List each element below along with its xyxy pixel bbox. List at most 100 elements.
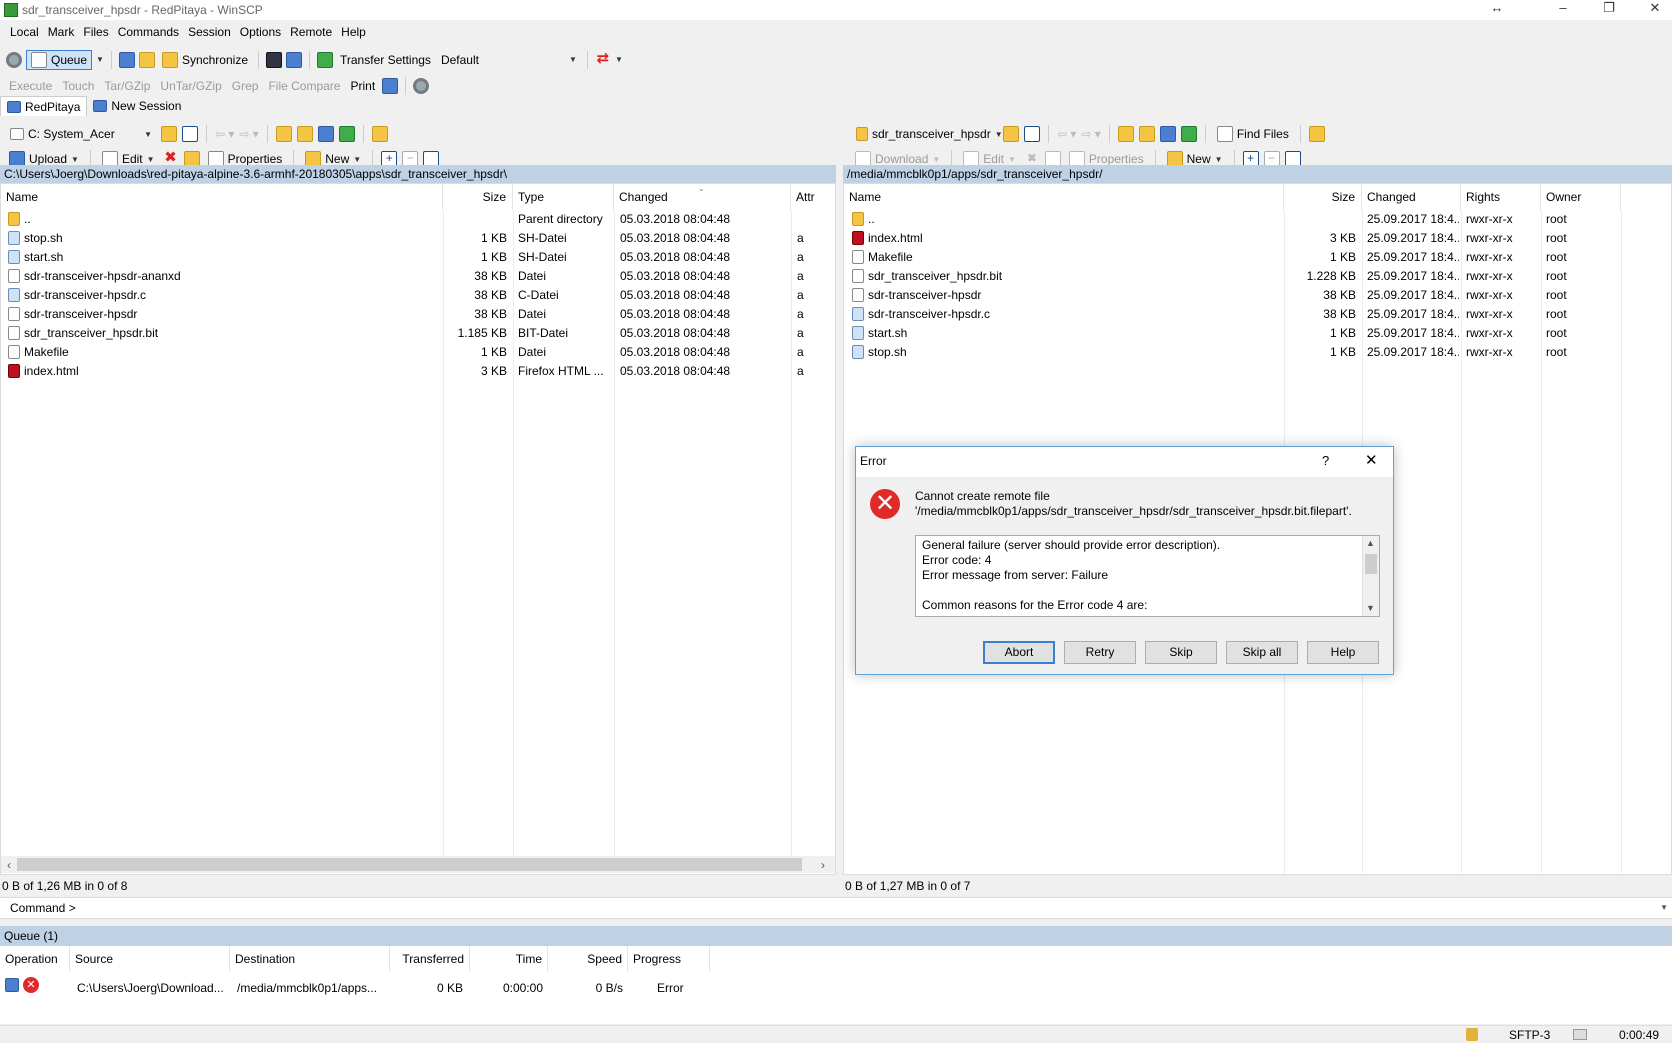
table-row[interactable]: start.sh 1 KB SH-Datei 05.03.2018 08:04:48 a <box>1 248 835 266</box>
queue-col-progress[interactable]: Progress <box>628 946 710 972</box>
menu-session[interactable]: Session <box>184 25 236 39</box>
skip-button[interactable]: Skip <box>1145 641 1217 664</box>
print-button[interactable]: Print <box>347 77 378 95</box>
details-scrollbar[interactable]: ▲ ▼ <box>1362 536 1379 616</box>
touch-button[interactable]: Touch <box>59 77 97 95</box>
close-icon[interactable]: ✕ <box>1365 447 1378 475</box>
right-folder-select[interactable]: sdr_transceiver_hpsdr ▼ <box>852 125 1003 143</box>
abort-button[interactable]: Abort <box>983 641 1055 664</box>
file-compare-button[interactable]: File Compare <box>265 77 343 95</box>
back-arrow-icon[interactable]: ⇦ ▾ <box>215 127 234 141</box>
left-horizontal-scrollbar[interactable]: ‹ › <box>1 856 835 873</box>
disconnect-icon[interactable]: ⇄ <box>595 51 611 68</box>
error-details-box[interactable]: General failure (server should provide e… <box>915 535 1380 617</box>
right-col-rights[interactable]: Rights <box>1461 184 1541 210</box>
queue-col-operation[interactable]: Operation <box>0 946 70 972</box>
help-button[interactable]: Help <box>1307 641 1379 664</box>
tree-icon[interactable] <box>1308 126 1325 142</box>
right-col-owner[interactable]: Owner <box>1541 184 1621 210</box>
tree-icon[interactable] <box>371 126 388 142</box>
queue-col-source[interactable]: Source <box>70 946 230 972</box>
table-row[interactable]: Makefile 1 KB Datei 05.03.2018 08:04:48 a <box>1 343 835 361</box>
grep-button[interactable]: Grep <box>229 77 262 95</box>
scroll-left-arrow-icon[interactable]: ‹ <box>1 858 17 872</box>
compare-directories-icon[interactable] <box>118 51 135 68</box>
table-row[interactable]: sdr_transceiver_hpsdr.bit 1.185 KB BIT-Dat… <box>1 324 835 342</box>
refresh-icon[interactable] <box>1180 126 1197 142</box>
table-row[interactable]: sdr-transceiver-hpsdr 38 KB Datei 05.03.201… <box>1 305 835 323</box>
scroll-down-arrow-icon[interactable]: ▼ <box>1366 601 1375 616</box>
parent-directory-icon[interactable] <box>1117 126 1134 142</box>
synchronize-button[interactable]: Synchronize <box>159 50 251 70</box>
filter-icon[interactable] <box>1024 126 1040 142</box>
chevron-down-icon[interactable]: ▼ <box>615 55 623 64</box>
filter-icon[interactable] <box>182 126 198 142</box>
table-row[interactable]: sdr-transceiver-hpsdr-ananxd 38 KB Datei 05… <box>1 267 835 285</box>
transfer-settings-icon[interactable] <box>317 51 333 68</box>
queue-col-speed[interactable]: Speed <box>548 946 628 972</box>
left-col-attr[interactable]: Attr <box>791 184 835 210</box>
table-row[interactable]: stop.sh 1 KB SH-Datei 05.03.2018 08:04:48 a <box>1 229 835 247</box>
menu-remote[interactable]: Remote <box>286 25 337 39</box>
queue-col-destination[interactable]: Destination <box>230 946 390 972</box>
table-row[interactable]: Makefile 1 KB 25.09.2017 18:4... rwxr-xr-x r… <box>844 248 1671 266</box>
putty-icon[interactable] <box>286 51 302 68</box>
chevron-down-icon[interactable]: ▼ <box>1660 898 1668 918</box>
open-directory-icon[interactable] <box>161 126 177 142</box>
untar-gzip-button[interactable]: UnTar/GZip <box>157 77 224 95</box>
table-row[interactable]: sdr-transceiver-hpsdr 38 KB 25.09.2017 18:… <box>844 286 1671 304</box>
right-col-changed[interactable]: Changed <box>1362 184 1461 210</box>
table-row[interactable]: .. Parent directory 05.03.2018 08:04:48 <box>1 210 835 228</box>
preferences-gear-icon[interactable] <box>6 51 22 68</box>
queue-panel[interactable]: Operation Source Destination Transferred… <box>0 946 1672 1024</box>
scrollbar-thumb[interactable] <box>17 858 802 871</box>
close-window-button[interactable]: ✕ <box>1640 0 1670 18</box>
table-row[interactable]: index.html 3 KB 25.09.2017 18:4... rwxr-xr-… <box>844 229 1671 247</box>
back-arrow-icon[interactable]: ⇦ ▾ <box>1057 127 1076 141</box>
execute-button[interactable]: Execute <box>6 77 55 95</box>
right-col-name[interactable]: Name <box>844 184 1284 210</box>
menu-commands[interactable]: Commands <box>114 25 184 39</box>
forward-arrow-icon[interactable]: ⇨ ▾ <box>239 127 258 141</box>
left-drive-select[interactable]: C: System_Acer ▼ <box>6 125 156 143</box>
menu-mark[interactable]: Mark <box>44 25 80 39</box>
retry-button[interactable]: Retry <box>1064 641 1136 664</box>
queue-col-transferred[interactable]: Transferred <box>390 946 470 972</box>
left-col-name[interactable]: Name <box>1 184 443 210</box>
menu-options[interactable]: Options <box>236 25 286 39</box>
command-line[interactable]: Command > ▼ <box>0 897 1672 919</box>
tar-gzip-button[interactable]: Tar/GZip <box>101 77 153 95</box>
refresh-icon[interactable] <box>338 126 355 142</box>
table-row[interactable]: sdr-transceiver-hpsdr.c 38 KB C-Datei 05.03… <box>1 286 835 304</box>
table-row[interactable]: stop.sh 1 KB 25.09.2017 18:4... rwxr-xr-x ro… <box>844 343 1671 361</box>
custom-commands-gear-icon[interactable] <box>413 77 430 94</box>
resize-arrows-icon[interactable]: ↔ <box>1482 0 1512 18</box>
minimize-button[interactable]: – <box>1548 0 1578 18</box>
left-col-type[interactable]: Type <box>513 184 614 210</box>
keep-remote-up-to-date-icon[interactable] <box>138 51 155 68</box>
help-question-icon[interactable]: ? <box>1322 447 1329 475</box>
right-col-size[interactable]: Size <box>1284 184 1362 210</box>
queue-dropdown-icon[interactable]: ▼ <box>96 55 104 64</box>
queue-button[interactable]: Queue <box>26 49 93 70</box>
scroll-right-arrow-icon[interactable]: › <box>815 858 831 872</box>
left-col-size[interactable]: Size <box>443 184 513 210</box>
queue-col-time[interactable]: Time <box>470 946 548 972</box>
home-icon[interactable] <box>1159 126 1176 142</box>
home-icon[interactable] <box>317 126 334 142</box>
left-path-bar[interactable]: C:\Users\Joerg\Downloads\red-pitaya-alpi… <box>0 165 836 183</box>
forward-arrow-icon[interactable]: ⇨ ▾ <box>1081 127 1100 141</box>
table-row[interactable]: sdr_transceiver_hpsdr.bit 1.228 KB 25.09.2… <box>844 267 1671 285</box>
parent-directory-icon[interactable] <box>275 126 292 142</box>
menu-help[interactable]: Help <box>337 25 371 39</box>
table-row[interactable]: start.sh 1 KB 25.09.2017 18:4... rwxr-xr-x r… <box>844 324 1671 342</box>
scroll-up-arrow-icon[interactable]: ▲ <box>1366 536 1375 551</box>
menu-files[interactable]: Files <box>79 25 113 39</box>
console-icon[interactable] <box>266 51 282 68</box>
root-directory-icon[interactable] <box>1138 126 1155 142</box>
open-directory-icon[interactable] <box>1003 126 1019 142</box>
transfer-preset-select[interactable]: Default ▼ <box>438 51 580 69</box>
left-file-panel[interactable]: Name Size Type Changed Attr ⌄ .. Parent d… <box>0 183 836 875</box>
skip-all-button[interactable]: Skip all <box>1226 641 1298 664</box>
tab-redpitaya[interactable]: RedPitaya <box>0 96 88 116</box>
